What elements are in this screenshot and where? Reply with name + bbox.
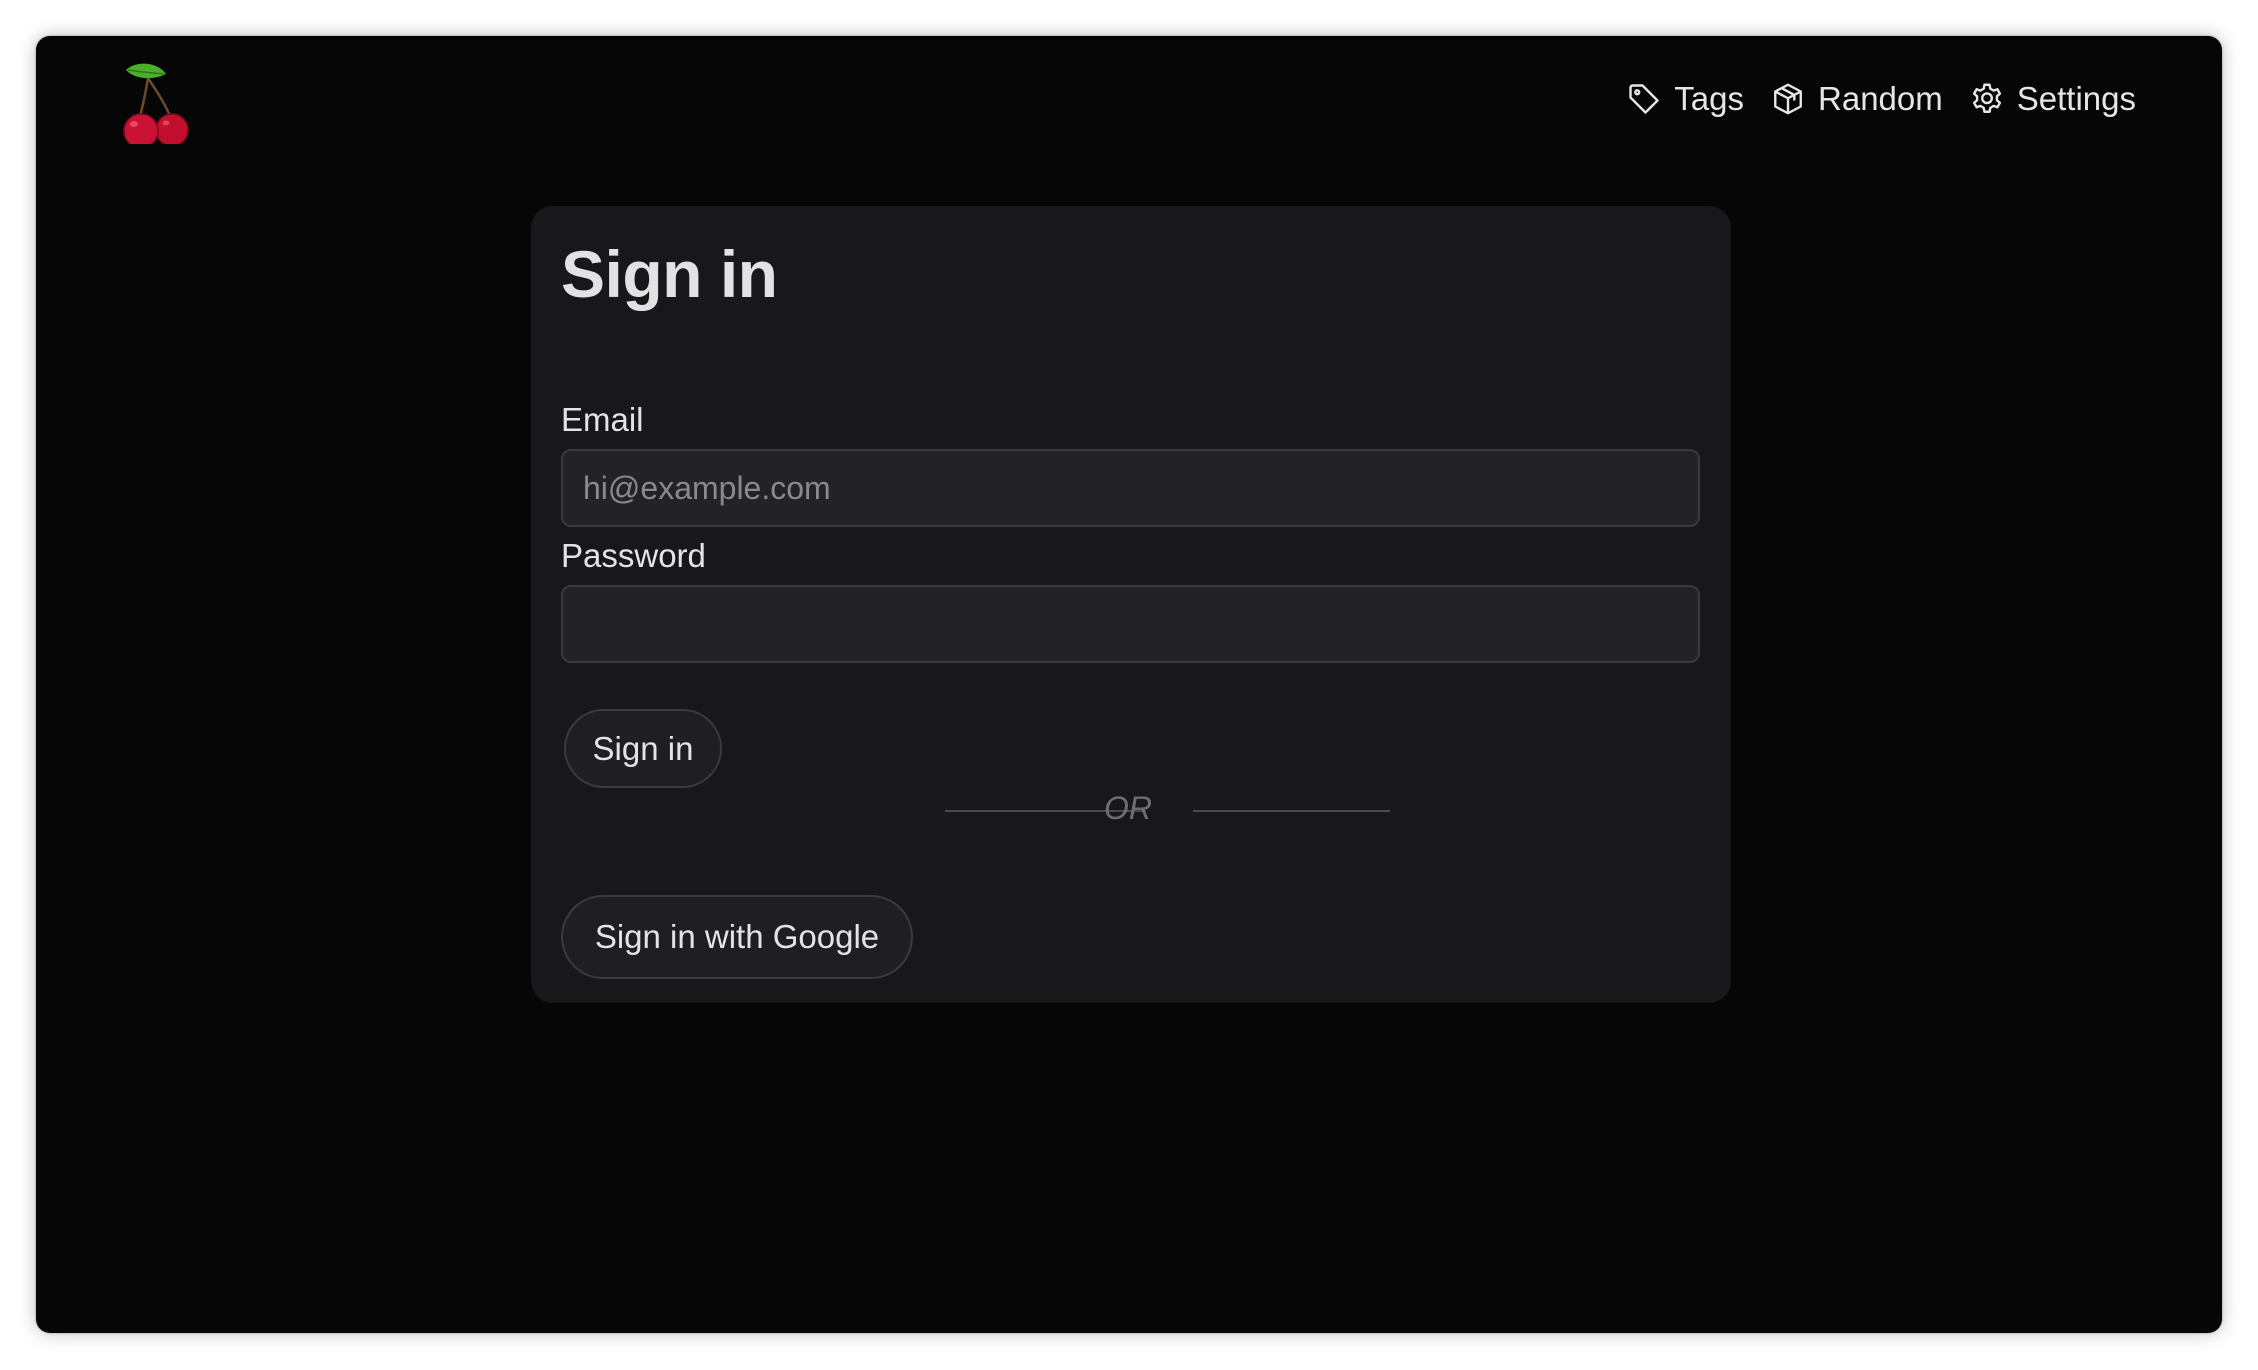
or-divider: OR bbox=[531, 790, 1731, 830]
top-nav: Tags Random Settings bbox=[1626, 80, 2136, 118]
email-label: Email bbox=[561, 401, 644, 438]
password-field[interactable] bbox=[561, 585, 1700, 663]
app-window: Tags Random Settings Sign in Email hi@ex… bbox=[36, 36, 2222, 1333]
nav-random-label: Random bbox=[1818, 80, 1943, 117]
nav-settings-label: Settings bbox=[2016, 80, 2136, 117]
nav-tags-link[interactable]: Tags bbox=[1626, 80, 1744, 118]
nav-tags-label: Tags bbox=[1674, 80, 1745, 117]
signin-card: Sign in Email Password Sign in OR Sign i… bbox=[531, 206, 1731, 1003]
google-signin-button[interactable]: Sign in with Google bbox=[561, 895, 913, 979]
divider-line-right bbox=[1193, 810, 1390, 812]
nav-settings-link[interactable]: Settings bbox=[1969, 80, 2136, 118]
nav-random-link[interactable]: Random bbox=[1770, 80, 1943, 118]
tag-icon bbox=[1626, 81, 1662, 117]
email-field[interactable] bbox=[561, 449, 1700, 527]
cube-icon bbox=[1770, 81, 1806, 117]
gear-icon bbox=[1969, 81, 2005, 117]
divider-text: OR bbox=[1104, 790, 1152, 826]
page-title: Sign in bbox=[561, 237, 778, 311]
signin-button-label: Sign in bbox=[592, 729, 694, 767]
google-signin-label: Sign in with Google bbox=[594, 918, 880, 955]
cherry-logo-icon[interactable] bbox=[118, 60, 196, 149]
password-label: Password bbox=[561, 537, 706, 574]
signin-button[interactable]: Sign in bbox=[564, 709, 722, 788]
